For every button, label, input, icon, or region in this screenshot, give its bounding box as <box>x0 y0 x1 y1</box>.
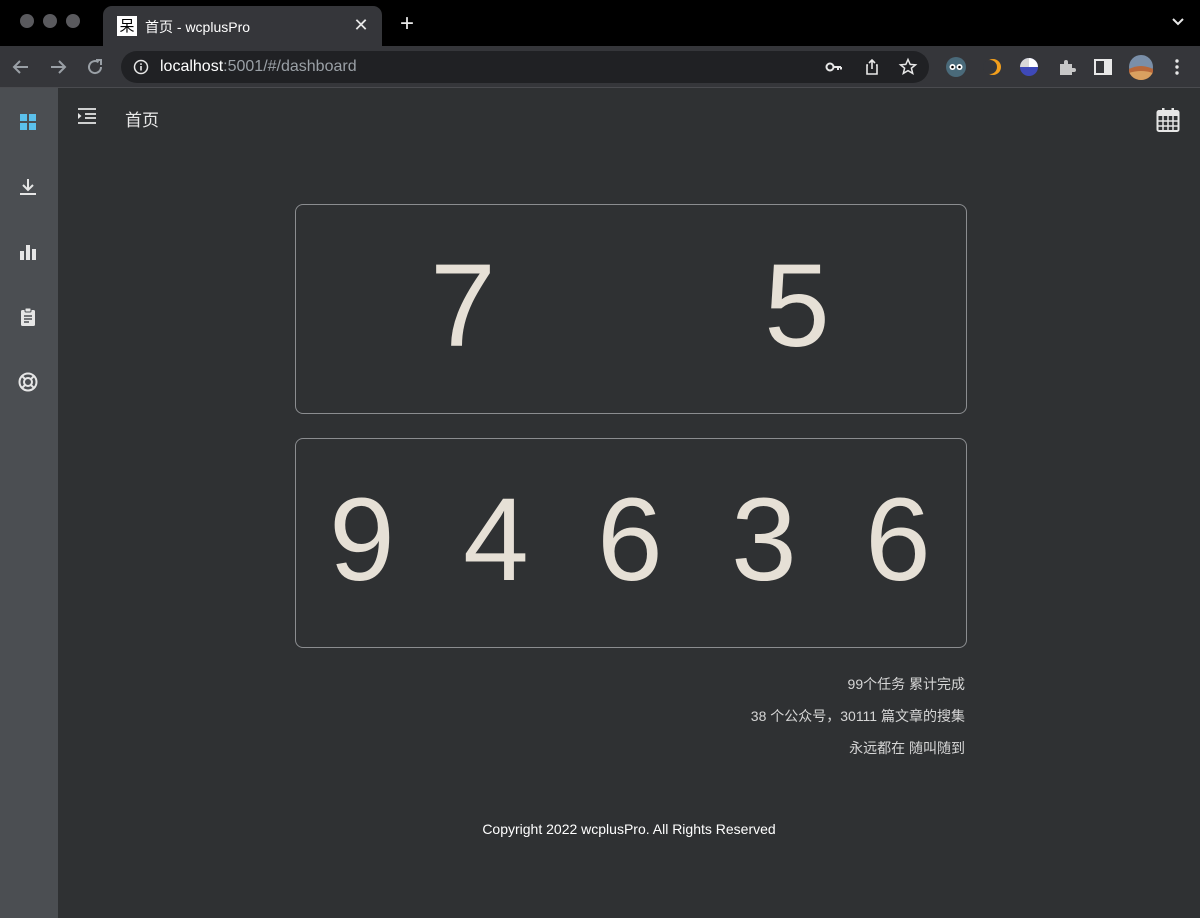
tab-favicon-icon: 呆 <box>117 16 137 36</box>
stats-slogan-line: 永远都在 随叫随到 <box>849 740 965 756</box>
extensions-puzzle-icon[interactable] <box>1056 56 1078 78</box>
extension-owl-icon[interactable] <box>945 56 967 78</box>
extension-moon-icon[interactable] <box>982 56 1004 78</box>
lifebuoy-icon[interactable] <box>17 371 39 393</box>
sidebar <box>0 88 58 918</box>
counter-digit: 6 <box>597 474 663 606</box>
browser-menu-icon[interactable] <box>1166 56 1188 78</box>
browser-tab-bar: 呆 首页 - wcplusPro ✕ + <box>0 0 1200 46</box>
clipboard-icon[interactable] <box>17 306 39 328</box>
share-icon[interactable] <box>862 57 882 77</box>
tab-title: 首页 - wcplusPro <box>145 19 251 35</box>
counter-digit: 4 <box>463 474 529 606</box>
tab-close-icon[interactable]: ✕ <box>350 14 372 36</box>
new-tab-button[interactable]: + <box>395 12 419 36</box>
download-icon[interactable] <box>17 176 39 198</box>
main-content: 首页 7 5 9 4 6 3 6 99个任务 累计完成 38 个公众号，3011… <box>58 88 1200 918</box>
url-text[interactable]: localhost:5001/#/dashboard <box>160 58 357 76</box>
window-minimize-dot[interactable] <box>43 14 57 28</box>
address-bar[interactable]: localhost:5001/#/dashboard <box>121 51 929 83</box>
extension-pie-icon[interactable] <box>1018 56 1040 78</box>
stats-tasks-line: 99个任务 累计完成 <box>847 676 965 692</box>
menu-toggle-icon[interactable] <box>77 107 97 125</box>
profile-avatar[interactable] <box>1128 54 1154 80</box>
password-key-icon[interactable] <box>824 57 844 77</box>
stats-articles-line: 38 个公众号，30111 篇文章的搜集 <box>750 708 965 724</box>
site-info-icon[interactable] <box>133 59 149 75</box>
window-zoom-dot[interactable] <box>66 14 80 28</box>
tab-search-chevron-icon[interactable] <box>1170 14 1186 30</box>
dashboard-grid-icon[interactable] <box>17 111 39 133</box>
bar-chart-icon[interactable] <box>17 241 39 263</box>
back-icon[interactable] <box>9 55 33 79</box>
counter-digit: 3 <box>731 474 797 606</box>
window-close-dot[interactable] <box>20 14 34 28</box>
calendar-icon[interactable] <box>1156 107 1180 133</box>
reload-icon[interactable] <box>83 55 107 79</box>
bottom-counter-card: 9 4 6 3 6 <box>295 438 967 648</box>
url-host: localhost <box>160 58 224 75</box>
bookmark-star-icon[interactable] <box>898 57 918 77</box>
side-panel-icon[interactable] <box>1092 56 1114 78</box>
browser-tab[interactable]: 呆 首页 - wcplusPro ✕ <box>103 6 382 46</box>
top-counter-card: 7 5 <box>295 204 967 414</box>
page-title: 首页 <box>125 111 159 130</box>
footer-copyright: Copyright 2022 wcplusPro. All Rights Res… <box>482 821 776 837</box>
counter-digit: 6 <box>865 474 931 606</box>
counter-digit: 7 <box>430 240 496 372</box>
browser-toolbar: localhost:5001/#/dashboard <box>0 46 1200 88</box>
url-path: :5001/#/dashboard <box>223 58 357 75</box>
counter-digit: 5 <box>764 240 830 372</box>
counter-digit: 9 <box>329 474 395 606</box>
forward-icon[interactable] <box>46 55 70 79</box>
